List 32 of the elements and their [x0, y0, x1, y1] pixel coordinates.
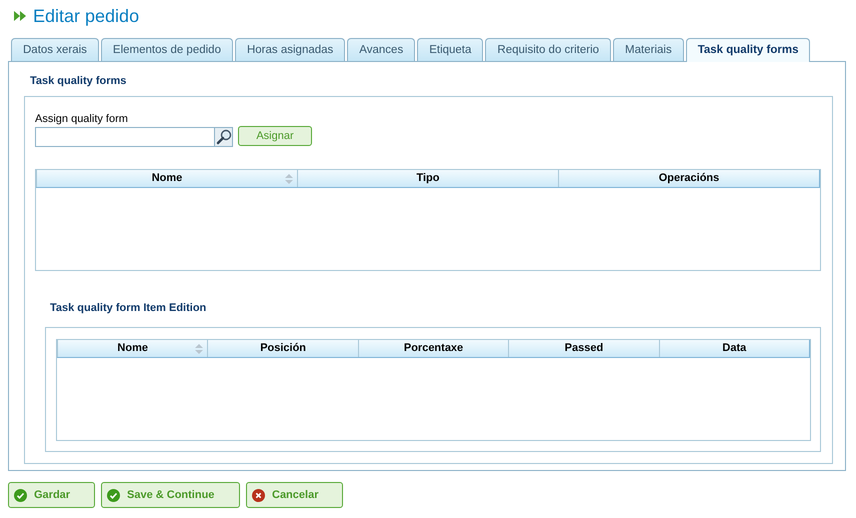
double-arrow-icon	[14, 11, 27, 21]
tab[interactable]: Horas asignadas	[234, 38, 346, 61]
tab[interactable]: Datos xerais	[11, 38, 99, 61]
column-header[interactable]: Posición	[207, 340, 358, 356]
column-header[interactable]: Nome	[36, 170, 297, 187]
action-button[interactable]: Save & Continue	[101, 482, 240, 508]
assign-button[interactable]: Asignar	[238, 126, 312, 146]
tab[interactable]: Elementos de pedido	[100, 38, 233, 61]
action-button[interactable]: Gardar	[8, 482, 95, 508]
tab[interactable]: Materiais	[613, 38, 684, 61]
sort-icon	[195, 344, 204, 354]
sort-icon	[285, 174, 293, 184]
check-icon	[14, 488, 27, 502]
check-icon	[107, 488, 120, 502]
column-header[interactable]: Nome	[57, 340, 208, 356]
tab[interactable]: Avances	[347, 38, 416, 61]
column-header[interactable]: Tipo	[297, 170, 558, 187]
search-button[interactable]	[214, 128, 232, 146]
column-header[interactable]: Operacións	[558, 170, 819, 187]
section-title: Task quality forms	[29, 74, 128, 89]
column-header[interactable]: Passed	[508, 340, 659, 356]
tab[interactable]: Etiqueta	[417, 38, 484, 61]
page-title: Editar pedido	[33, 4, 140, 28]
input-field[interactable]	[35, 127, 233, 147]
cancel-icon	[252, 488, 265, 502]
section-title: Task quality form Item Edition	[50, 301, 208, 316]
column-header[interactable]: Porcentaxe	[358, 340, 508, 356]
column-header[interactable]: Data	[658, 340, 810, 356]
tab[interactable]: Requisito do criterio	[485, 38, 612, 61]
tab[interactable]: Task quality forms	[686, 38, 810, 62]
field-label: Assign quality form	[35, 112, 129, 126]
action-button[interactable]: Cancelar	[246, 482, 343, 508]
